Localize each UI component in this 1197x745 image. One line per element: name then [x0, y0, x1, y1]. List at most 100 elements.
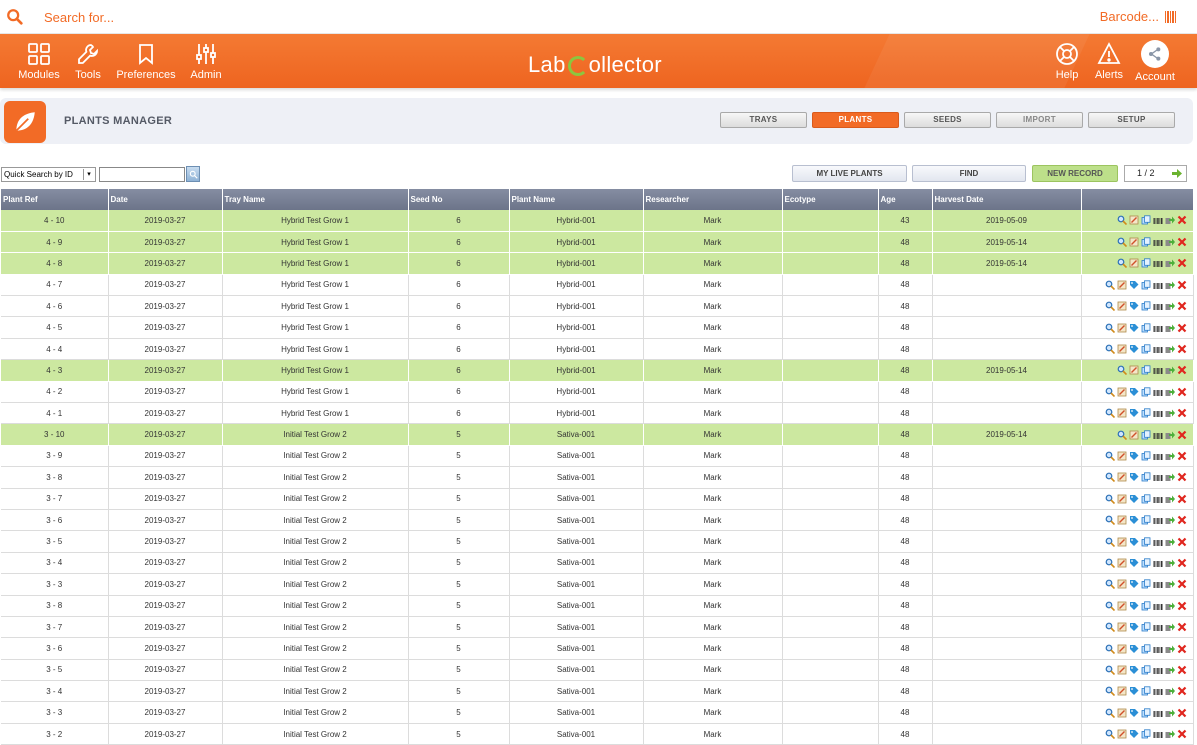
edit-icon[interactable] [1117, 601, 1127, 611]
edit-icon[interactable] [1129, 430, 1139, 440]
delete-icon[interactable] [1177, 237, 1187, 247]
edit-icon[interactable] [1117, 301, 1127, 311]
barcode-icon[interactable] [1153, 430, 1163, 440]
nav-help[interactable]: Help [1050, 34, 1084, 88]
table-row[interactable]: 4 - 1 2019-03-27 Hybrid Test Grow 1 6 Hybrid… [1, 402, 1194, 425]
copy-icon[interactable] [1141, 280, 1151, 290]
copy-icon[interactable] [1141, 665, 1151, 675]
tag-icon[interactable] [1129, 579, 1139, 589]
barcode-icon[interactable] [1153, 686, 1163, 696]
tab-import[interactable]: IMPORT [996, 112, 1083, 128]
table-row[interactable]: 4 - 6 2019-03-27 Hybrid Test Grow 1 6 Hybrid… [1, 295, 1194, 318]
delete-icon[interactable] [1177, 622, 1187, 632]
move-icon[interactable] [1165, 301, 1175, 311]
copy-icon[interactable] [1141, 536, 1151, 547]
copy-icon[interactable] [1141, 686, 1151, 696]
tag-icon[interactable] [1129, 323, 1139, 333]
move-icon[interactable] [1165, 451, 1175, 461]
table-row[interactable]: 4 - 9 2019-03-27 Hybrid Test Grow 1 6 Hybrid… [1, 231, 1194, 254]
table-row[interactable]: 3 - 4 2019-03-27 Initial Test Grow 2 5 Sativ… [1, 552, 1194, 575]
delete-icon[interactable] [1177, 558, 1187, 568]
barcode-icon[interactable] [1153, 215, 1163, 225]
view-icon[interactable] [1105, 408, 1115, 419]
tab-trays[interactable]: TRAYS [720, 112, 807, 128]
col-researcher-header[interactable]: Researcher [643, 189, 783, 210]
move-icon[interactable] [1165, 729, 1175, 739]
barcode-icon[interactable] [1153, 601, 1163, 611]
table-row[interactable]: 4 - 7 2019-03-27 Hybrid Test Grow 1 6 Hybrid… [1, 274, 1194, 297]
copy-icon[interactable] [1141, 365, 1151, 375]
col-seed-no-header[interactable]: Seed No [408, 189, 510, 210]
copy-icon[interactable] [1141, 579, 1151, 589]
delete-icon[interactable] [1177, 451, 1187, 461]
search-icon[interactable] [6, 8, 24, 26]
table-row[interactable]: 4 - 4 2019-03-27 Hybrid Test Grow 1 6 Hybrid… [1, 338, 1194, 361]
barcode-icon[interactable] [1153, 708, 1163, 718]
nav-preferences[interactable]: Preferences [114, 34, 178, 88]
view-icon[interactable] [1117, 365, 1127, 376]
edit-icon[interactable] [1117, 387, 1127, 397]
barcode-icon[interactable] [1153, 515, 1163, 525]
copy-icon[interactable] [1141, 215, 1151, 225]
delete-icon[interactable] [1177, 537, 1187, 547]
edit-icon[interactable] [1117, 451, 1127, 461]
tag-icon[interactable] [1129, 708, 1139, 718]
move-icon[interactable] [1165, 323, 1175, 333]
edit-icon[interactable] [1117, 665, 1127, 675]
copy-icon[interactable] [1141, 515, 1151, 525]
copy-icon[interactable] [1141, 708, 1151, 718]
tag-icon[interactable] [1129, 280, 1139, 290]
new-record-button[interactable]: NEW RECORD [1032, 165, 1118, 182]
delete-icon[interactable] [1177, 365, 1187, 375]
tag-icon[interactable] [1129, 601, 1139, 611]
view-icon[interactable] [1105, 451, 1115, 461]
quick-search-select[interactable]: Quick Search by ID ▾ [1, 167, 96, 182]
view-icon[interactable] [1105, 665, 1115, 675]
col-date-header[interactable]: Date [108, 189, 223, 210]
edit-icon[interactable] [1117, 323, 1127, 333]
tag-icon[interactable] [1129, 729, 1139, 739]
barcode-icon[interactable] [1153, 408, 1163, 418]
view-icon[interactable] [1105, 323, 1115, 333]
delete-icon[interactable] [1177, 408, 1187, 418]
move-icon[interactable] [1165, 515, 1175, 525]
delete-icon[interactable] [1177, 494, 1187, 504]
tab-plants[interactable]: PLANTS [812, 112, 899, 128]
view-icon[interactable] [1105, 301, 1115, 312]
delete-icon[interactable] [1177, 729, 1187, 739]
table-row[interactable]: 3 - 5 2019-03-27 Initial Test Grow 2 5 Sativ… [1, 530, 1194, 553]
barcode-icon[interactable] [1153, 494, 1163, 504]
move-icon[interactable] [1165, 430, 1175, 440]
tag-icon[interactable] [1129, 408, 1139, 418]
move-icon[interactable] [1165, 686, 1175, 696]
table-row[interactable]: 3 - 7 2019-03-27 Initial Test Grow 2 5 Sativ… [1, 616, 1194, 639]
delete-icon[interactable] [1177, 601, 1187, 611]
view-icon[interactable] [1105, 558, 1115, 568]
barcode-icon[interactable] [1153, 472, 1163, 482]
arrow-right-icon[interactable] [1171, 168, 1183, 179]
view-icon[interactable] [1105, 601, 1115, 611]
copy-icon[interactable] [1141, 451, 1151, 461]
edit-icon[interactable] [1117, 280, 1127, 290]
table-row[interactable]: 3 - 6 2019-03-27 Initial Test Grow 2 5 Sativ… [1, 637, 1194, 660]
view-icon[interactable] [1105, 280, 1115, 290]
edit-icon[interactable] [1117, 494, 1127, 504]
copy-icon[interactable] [1141, 387, 1151, 397]
move-icon[interactable] [1165, 665, 1175, 675]
copy-icon[interactable] [1141, 729, 1151, 739]
barcode-search[interactable]: Barcode... [1100, 9, 1177, 24]
tag-icon[interactable] [1129, 451, 1139, 461]
view-icon[interactable] [1117, 237, 1127, 248]
table-row[interactable]: 3 - 5 2019-03-27 Initial Test Grow 2 5 Sativ… [1, 659, 1194, 682]
col-plant-name-header[interactable]: Plant Name [509, 189, 644, 210]
barcode-icon[interactable] [1153, 537, 1163, 547]
nav-alerts[interactable]: Alerts [1092, 34, 1126, 88]
move-icon[interactable] [1165, 558, 1175, 568]
move-icon[interactable] [1165, 644, 1175, 654]
view-icon[interactable] [1105, 708, 1115, 718]
tag-icon[interactable] [1129, 622, 1139, 632]
move-icon[interactable] [1165, 601, 1175, 611]
view-icon[interactable] [1105, 686, 1115, 697]
barcode-icon[interactable] [1153, 323, 1163, 333]
col-tray-name-header[interactable]: Tray Name [222, 189, 409, 210]
